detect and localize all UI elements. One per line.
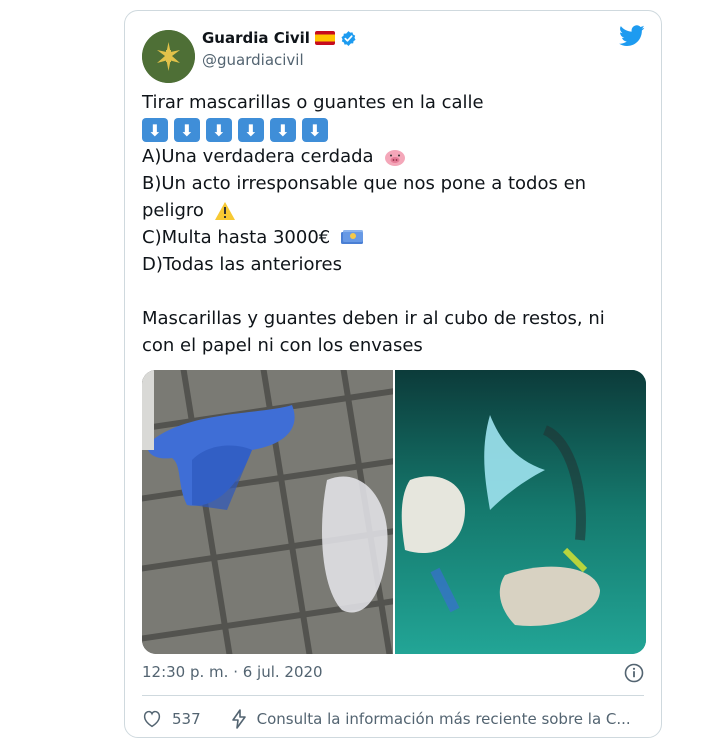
- consult-info-link[interactable]: Consulta la información más reciente sob…: [257, 710, 631, 728]
- down-arrow-icon: ⬇: [206, 118, 232, 142]
- down-arrow-icon: ⬇: [270, 118, 296, 142]
- option-c-text: C)Multa hasta 3000€: [142, 227, 331, 248]
- tweet-text: Tirar mascarillas o guantes en la calle …: [142, 89, 642, 359]
- photo-gloves-on-pavement[interactable]: [142, 370, 403, 654]
- down-arrow-icon: ⬇: [174, 118, 200, 142]
- tweet-card[interactable]: Guardia Civil @guardiacivil Tirar mascar…: [124, 10, 662, 738]
- down-arrow-icon: ⬇: [142, 118, 168, 142]
- photo-masks-underwater[interactable]: [395, 370, 646, 654]
- like-count[interactable]: 537: [172, 710, 201, 728]
- tweet-line-1: Tirar mascarillas o guantes en la calle: [142, 92, 484, 113]
- verified-badge-icon: [341, 30, 356, 46]
- author-name-row[interactable]: Guardia Civil: [202, 27, 357, 49]
- lightning-icon[interactable]: [231, 709, 247, 729]
- heart-icon[interactable]: [142, 710, 162, 728]
- euro-banknote-icon: [340, 230, 363, 244]
- divider: [142, 695, 644, 696]
- guardia-civil-avatar[interactable]: [142, 30, 195, 83]
- tweet-option-c: C)Multa hasta 3000€: [142, 224, 642, 251]
- info-icon[interactable]: [624, 663, 644, 683]
- down-arrow-icon: ⬇: [238, 118, 264, 142]
- down-arrows-row: ⬇ ⬇ ⬇ ⬇ ⬇ ⬇: [142, 116, 642, 143]
- tweet-timestamp[interactable]: 12:30 p. m. · 6 jul. 2020: [142, 663, 323, 681]
- author-name[interactable]: Guardia Civil: [202, 29, 310, 47]
- down-arrow-icon: ⬇: [302, 118, 328, 142]
- tweet-option-b-line-2: peligro: [142, 197, 642, 224]
- option-a-text: A)Una verdadera cerdada: [142, 146, 374, 167]
- tweet-option-b-line-1: B)Un acto irresponsable que nos pone a t…: [142, 173, 587, 194]
- pig-face-icon: [385, 150, 406, 166]
- spain-flag-icon: [314, 31, 335, 45]
- twitter-bird-icon[interactable]: [619, 25, 645, 47]
- author-handle[interactable]: @guardiacivil: [202, 51, 304, 69]
- gloves-on-pavement-photo: [142, 370, 403, 654]
- tweet-option-a: A)Una verdadera cerdada: [142, 143, 642, 170]
- masks-underwater-photo: [395, 370, 646, 654]
- warning-icon: [214, 202, 235, 220]
- tweet-option-d: D)Todas las anteriores: [142, 254, 342, 275]
- tweet-media[interactable]: [142, 370, 646, 654]
- option-b-text-end: peligro: [142, 200, 204, 221]
- tweet-paragraph-2: Mascarillas y guantes deben ir al cubo d…: [142, 308, 605, 356]
- guardia-civil-emblem-icon: [142, 30, 195, 83]
- tweet-actions: 537 Consulta la información más reciente…: [142, 708, 631, 730]
